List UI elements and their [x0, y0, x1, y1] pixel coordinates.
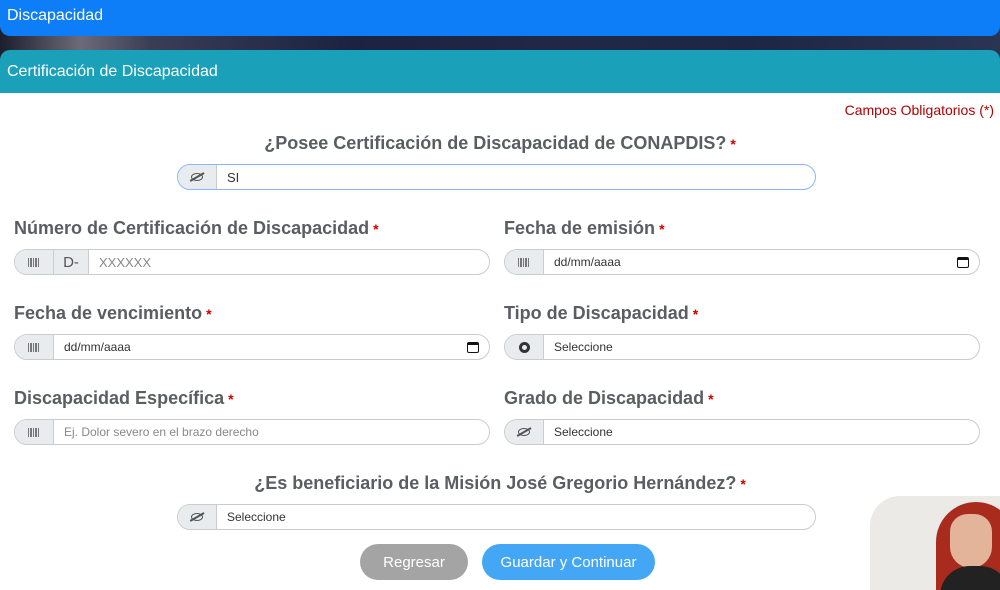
mission-question-label: ¿Es beneficiario de la Misión José Grego… [254, 473, 746, 493]
back-button[interactable]: Regresar [360, 544, 468, 580]
panel-header: Certificación de Discapacidad [0, 50, 1000, 93]
barcode-icon [15, 250, 54, 274]
disability-degree-select[interactable]: Seleccione [504, 419, 980, 445]
certification-select-value: SI [227, 169, 240, 185]
top-bar: Discapacidad [0, 0, 1000, 36]
disability-type-select[interactable]: Seleccione [504, 334, 980, 360]
dot-circle-icon [505, 335, 544, 359]
save-continue-button[interactable]: Guardar y Continuar [482, 544, 655, 580]
required-star: * [373, 221, 379, 237]
cert-number-prefix: D- [54, 250, 89, 274]
mission-select[interactable]: Seleccione [177, 504, 816, 530]
expiry-date-label: Fecha de vencimiento * [14, 303, 212, 323]
barcode-icon [505, 250, 544, 274]
expiry-date-field[interactable]: dd/mm/aaaa [14, 334, 490, 360]
disability-type-label: Tipo de Discapacidad * [504, 303, 699, 323]
required-star: * [206, 306, 212, 322]
cert-number-field[interactable]: D- XXXXXX [14, 249, 490, 275]
required-star: * [659, 221, 665, 237]
required-star: * [730, 136, 736, 152]
required-star: * [740, 476, 746, 492]
calendar-icon[interactable] [467, 341, 479, 353]
required-star: * [228, 391, 234, 407]
specific-disability-field[interactable]: Ej. Dolor severo en el brazo derecho [14, 419, 490, 445]
certification-select[interactable]: SI [177, 164, 816, 190]
barcode-icon [15, 335, 54, 359]
issue-date-label: Fecha de emisión * [504, 218, 665, 238]
issue-date-field[interactable]: dd/mm/aaaa [504, 249, 980, 275]
disability-degree-label: Grado de Discapacidad * [504, 388, 714, 408]
required-star: * [692, 306, 699, 322]
sign-language-avatar [870, 496, 1000, 590]
issue-date-input[interactable]: dd/mm/aaaa [544, 250, 979, 274]
top-bar-title: Discapacidad [7, 7, 104, 24]
certification-question-label: ¿Posee Certificación de Discapacidad de … [264, 133, 736, 153]
eye-slash-icon [505, 420, 544, 444]
disability-degree-value: Seleccione [554, 425, 613, 439]
eye-slash-icon [178, 165, 217, 189]
expiry-date-input[interactable]: dd/mm/aaaa [54, 335, 489, 359]
eye-slash-icon [178, 505, 217, 529]
required-star: * [708, 391, 714, 407]
cert-number-input[interactable]: XXXXXX [89, 250, 489, 274]
disability-type-value: Seleccione [554, 340, 613, 354]
specific-disability-input[interactable]: Ej. Dolor severo en el brazo derecho [54, 420, 489, 444]
cert-number-label: Número de Certificación de Discapacidad * [14, 218, 379, 238]
required-fields-note: Campos Obligatorios (*) [844, 102, 994, 118]
mission-select-value: Seleccione [227, 510, 286, 524]
panel-title: Certificación de Discapacidad [7, 63, 218, 80]
barcode-icon [15, 420, 54, 444]
specific-disability-label: Discapacidad Específica * [14, 388, 234, 408]
calendar-icon[interactable] [957, 256, 969, 268]
